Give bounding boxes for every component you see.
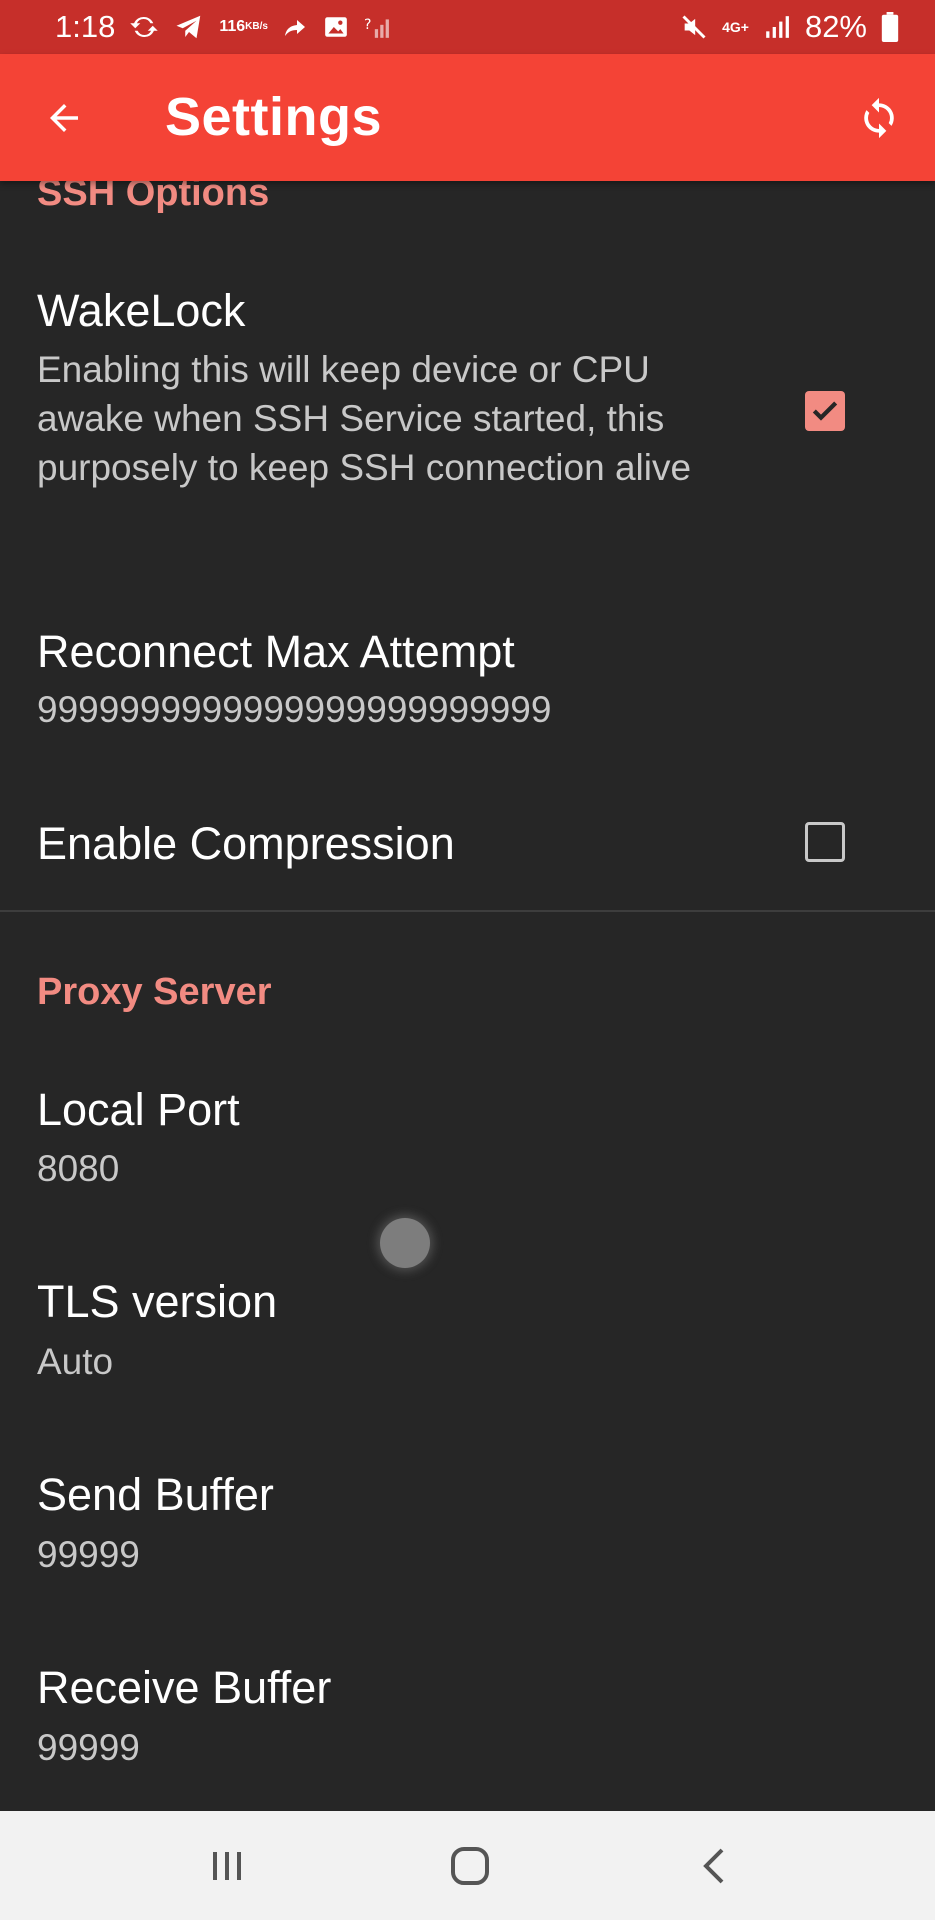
status-bar-left: 1:18 116 KB/s ?: [55, 9, 390, 45]
pref-compression-title: Enable Compression: [37, 818, 455, 869]
arrow-left-icon: [50, 104, 78, 132]
mute-icon: [680, 13, 708, 41]
image-icon: [322, 14, 350, 40]
pref-tls-value: Auto: [37, 1341, 114, 1382]
pref-send-buffer-value: 99999: [37, 1534, 140, 1575]
pref-tls-title: TLS version: [37, 1276, 278, 1327]
telegram-icon: [173, 12, 205, 42]
back-icon: [703, 1848, 724, 1884]
svg-text:?: ?: [364, 17, 371, 33]
speed-value: 116: [219, 18, 246, 35]
nav-back-button[interactable]: [685, 1841, 745, 1891]
home-button[interactable]: [440, 1841, 500, 1891]
pref-reconnect-title: Reconnect Max Attempt: [37, 626, 515, 677]
no-signal-icon: ?: [364, 14, 390, 40]
status-time: 1:18: [55, 9, 116, 44]
battery-percent: 82%: [804, 9, 867, 44]
status-bar-right: 4G+ 82%: [680, 9, 899, 45]
app-bar: Settings: [0, 54, 935, 181]
battery-icon: [881, 12, 899, 42]
section-divider: [0, 910, 935, 912]
pref-wakelock-summary: Enabling this will keep device or CPU aw…: [37, 349, 692, 488]
recent-apps-icon: [213, 1852, 241, 1880]
system-nav-bar: [0, 1811, 935, 1920]
forward-icon: [282, 15, 308, 39]
compression-checkbox[interactable]: [805, 822, 845, 862]
pref-local-port-value: 8080: [37, 1148, 120, 1189]
recent-apps-button[interactable]: [197, 1841, 257, 1891]
refresh-icon: [864, 97, 894, 139]
signal-icon: [763, 14, 791, 40]
pref-send-buffer-title: Send Buffer: [37, 1469, 274, 1520]
speed-unit: KB/s: [245, 21, 268, 32]
pref-reconnect-value: 9999999999999999999999999: [37, 689, 552, 730]
network-type: 4G+: [722, 19, 749, 35]
back-button[interactable]: [40, 94, 88, 142]
network-speed: 116 KB/s: [219, 18, 268, 35]
section-header-proxy-server: Proxy Server: [37, 971, 272, 1013]
wakelock-checkbox[interactable]: [805, 391, 845, 431]
sync-icon: [129, 12, 159, 42]
pref-receive-buffer-title: Receive Buffer: [37, 1662, 332, 1713]
pref-wakelock-title: WakeLock: [37, 285, 246, 336]
home-icon: [451, 1847, 489, 1885]
refresh-button[interactable]: [853, 92, 905, 144]
settings-screen: 1:18 116 KB/s ? 4G+ 82% Settings SSH Opt…: [0, 0, 935, 1920]
status-bar: 1:18 116 KB/s ? 4G+ 82%: [0, 0, 935, 54]
pref-local-port-title: Local Port: [37, 1084, 240, 1135]
pref-receive-buffer-value: 99999: [37, 1727, 140, 1768]
touch-indicator: [380, 1218, 430, 1268]
page-title: Settings: [165, 87, 383, 147]
checkmark-icon: [812, 401, 838, 421]
